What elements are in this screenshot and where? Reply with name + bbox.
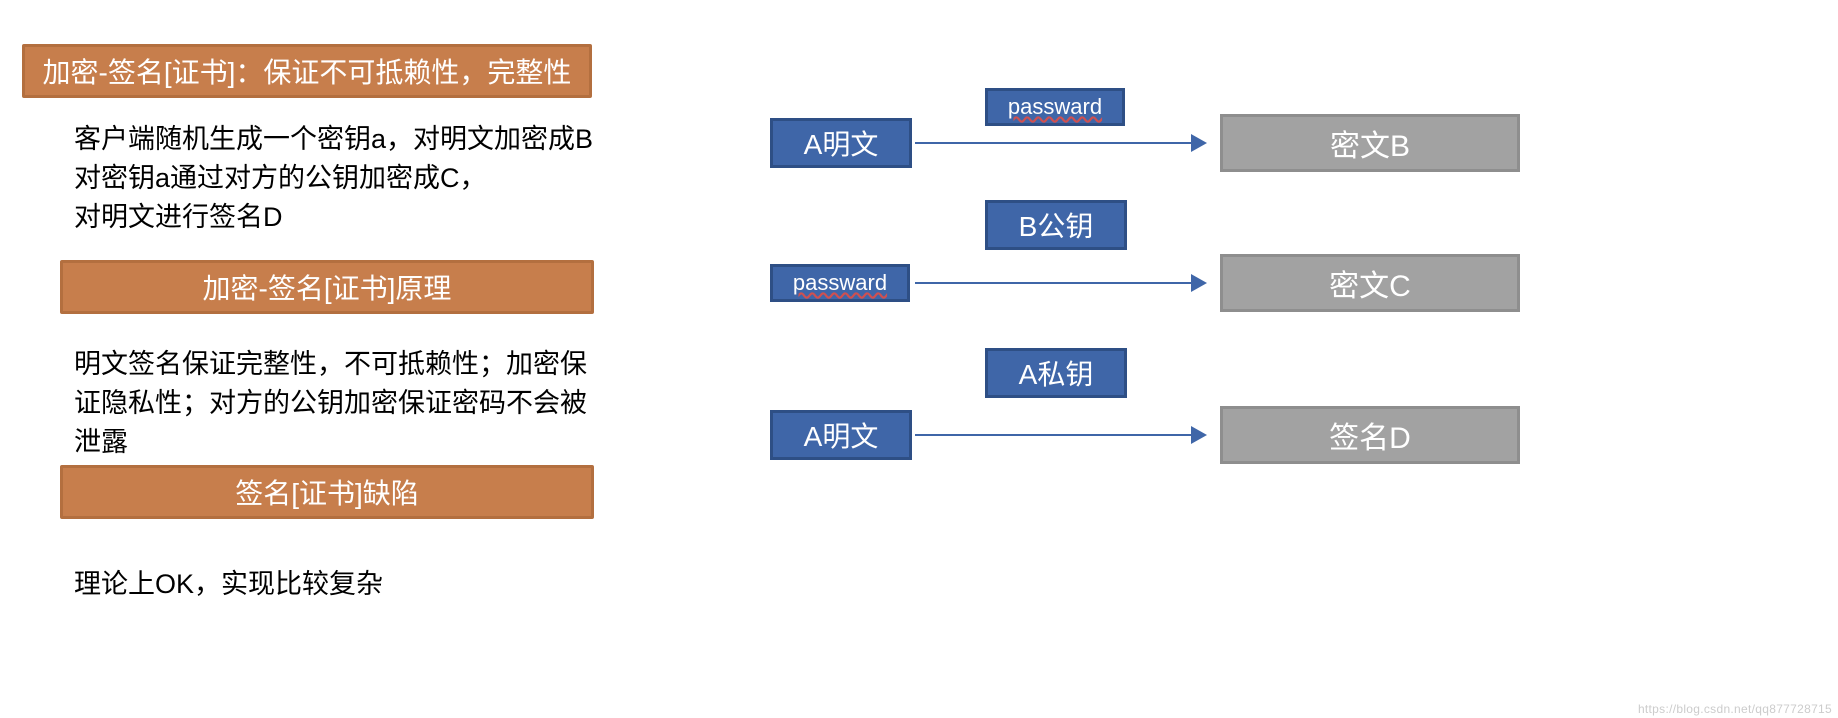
row2-right-label: 密文C (1329, 261, 1411, 305)
header3-label: 签名[证书]缺陷 (235, 472, 419, 512)
p1-line1: 客户端随机生成一个密钥a，对明文加密成B (74, 124, 593, 154)
row1-left-label: A明文 (804, 123, 879, 163)
p2-line3: 泄露 (74, 427, 128, 457)
header2-label: 加密-签名[证书]原理 (203, 267, 452, 307)
p1-line2: 对密钥a通过对方的公钥加密成C， (74, 163, 487, 193)
row2-b-pubkey: B公钥 (985, 200, 1127, 250)
row1-cipher-b: 密文B (1220, 114, 1520, 172)
row3-arrow (915, 434, 1205, 436)
p1-line3: 对明文进行签名D (74, 202, 283, 232)
row1-plaintext-a: A明文 (770, 118, 912, 168)
p3-line: 理论上OK，实现比较复杂 (74, 569, 383, 599)
row3-right-label: 签名D (1329, 413, 1411, 457)
row2-mid-label: B公钥 (1019, 205, 1094, 245)
row1-mid-label: passward (1008, 94, 1102, 120)
row2-cipher-c: 密文C (1220, 254, 1520, 312)
row2-password-input: passward (770, 264, 910, 302)
p2-line1: 明文签名保证完整性，不可抵赖性；加密保 (74, 349, 587, 379)
row1-password-label: passward (985, 88, 1125, 126)
paragraph-2: 明文签名保证完整性，不可抵赖性；加密保 证隐私性；对方的公钥加密保证密码不会被 … (74, 345, 587, 462)
paragraph-1: 客户端随机生成一个密钥a，对明文加密成B 对密钥a通过对方的公钥加密成C， 对明… (74, 120, 593, 237)
row3-left-label: A明文 (804, 415, 879, 455)
row3-mid-label: A私钥 (1019, 353, 1094, 393)
header-defect: 签名[证书]缺陷 (60, 465, 594, 519)
row3-a-privkey: A私钥 (985, 348, 1127, 398)
row1-right-label: 密文B (1330, 121, 1410, 165)
row1-arrow (915, 142, 1205, 144)
row3-plaintext-a: A明文 (770, 410, 912, 460)
row3-sign-d: 签名D (1220, 406, 1520, 464)
p2-line2: 证隐私性；对方的公钥加密保证密码不会被 (74, 388, 587, 418)
paragraph-3: 理论上OK，实现比较复杂 (74, 565, 383, 604)
header-principle: 加密-签名[证书]原理 (60, 260, 594, 314)
row2-left-label: passward (793, 270, 887, 296)
watermark: https://blog.csdn.net/qq877728715 (1638, 702, 1832, 716)
header-encrypt-sign-cert: 加密-签名[证书]：保证不可抵赖性，完整性 (22, 44, 592, 98)
header1-label: 加密-签名[证书]：保证不可抵赖性，完整性 (43, 51, 572, 91)
row2-arrow (915, 282, 1205, 284)
